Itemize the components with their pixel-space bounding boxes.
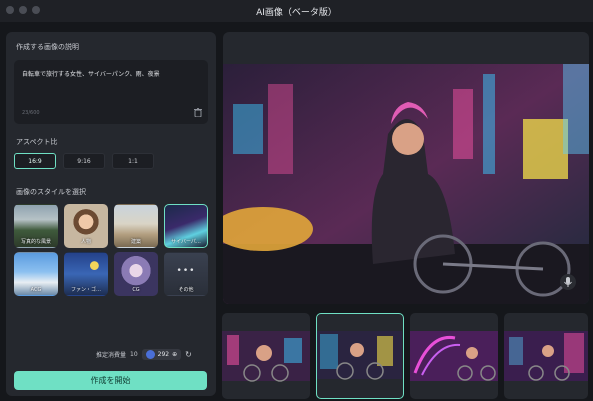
style-portrait[interactable]: 人物	[64, 204, 108, 248]
style-label-architecture: 建築	[130, 239, 141, 245]
credit-balance-badge[interactable]: 292 ⊕	[141, 349, 182, 360]
thumbnail-image	[410, 331, 498, 381]
style-grid: 写真的な風景 人物 建築 サイバーパ… ACG ファン・ゴ… CG ••• その…	[14, 204, 208, 296]
thumbnail-image	[222, 331, 310, 382]
minimize-window-icon[interactable]	[19, 6, 27, 14]
style-label-acg: ACG	[30, 287, 42, 293]
aspect-1-1-button[interactable]: 1:1	[112, 153, 154, 169]
settings-panel: 作成する画像の説明 自転車で旅行する女性、サイバーパンク、雨、夜景 23/600…	[6, 32, 216, 396]
credit-balance: 292	[157, 351, 170, 358]
aspect-label: アスペクト比	[16, 138, 58, 146]
style-label-landscape: 写真的な風景	[20, 239, 51, 245]
thumbnail-image	[504, 331, 588, 381]
char-counter: 23/600	[22, 110, 40, 116]
create-button[interactable]: 作成を開始	[14, 371, 207, 390]
window-title: AI画像（ベータ版）	[256, 7, 337, 18]
style-landscape-photo[interactable]: 写真的な風景	[14, 204, 58, 248]
style-acg[interactable]: ACG	[14, 252, 58, 296]
style-van-gogh[interactable]: ファン・ゴ…	[64, 252, 108, 296]
aspect-9-16-button[interactable]: 9:16	[63, 153, 105, 169]
microphone-button[interactable]	[560, 274, 576, 290]
zoom-window-icon[interactable]	[32, 6, 40, 14]
style-cg[interactable]: CG	[114, 252, 158, 296]
more-icon: •••	[176, 266, 196, 276]
result-thumbnails	[222, 313, 588, 399]
credit-coin-icon	[145, 350, 155, 359]
prompt-label: 作成する画像の説明	[16, 43, 79, 51]
microphone-icon	[564, 277, 572, 287]
result-thumbnail[interactable]	[410, 313, 498, 399]
app-window: AI画像（ベータ版） 作成する画像の説明 自転車で旅行する女性、サイバーパンク、…	[0, 0, 593, 401]
prompt-input[interactable]: 自転車で旅行する女性、サイバーパンク、雨、夜景 23/600	[14, 60, 208, 124]
result-thumbnail[interactable]	[222, 313, 310, 399]
generated-image-preview	[223, 32, 589, 304]
add-credit-icon[interactable]: ⊕	[172, 351, 177, 358]
style-architecture[interactable]: 建築	[114, 204, 158, 248]
close-window-icon[interactable]	[6, 6, 14, 14]
prompt-text[interactable]: 自転車で旅行する女性、サイバーパンク、雨、夜景	[22, 69, 160, 78]
style-label-van-gogh: ファン・ゴ…	[70, 287, 101, 293]
style-label-portrait: 人物	[80, 239, 91, 245]
title-bar: AI画像（ベータ版）	[0, 0, 593, 22]
usage-cost: 10	[130, 351, 138, 358]
aspect-ratio-group: 16:9 9:16 1:1	[14, 153, 154, 169]
style-cyberpunk[interactable]: サイバーパ…	[164, 204, 208, 248]
refresh-icon[interactable]: ↻	[185, 350, 192, 359]
style-label-cyberpunk: サイバーパ…	[171, 239, 201, 245]
style-label-cg: CG	[132, 287, 140, 293]
window-controls[interactable]	[6, 6, 40, 14]
preview-image	[223, 64, 589, 304]
trash-icon[interactable]	[194, 108, 202, 117]
thumbnail-image	[317, 331, 402, 380]
aspect-16-9-button[interactable]: 16:9	[14, 153, 56, 169]
style-more[interactable]: ••• その他	[164, 252, 208, 296]
result-thumbnail[interactable]	[504, 313, 588, 399]
style-label: 画像のスタイルを選択	[16, 188, 86, 196]
usage-label: 推定消費量	[96, 352, 127, 359]
usage-estimate: 推定消費量 10 292 ⊕ ↻	[96, 349, 192, 360]
style-label-more: その他	[178, 287, 194, 293]
result-thumbnail-selected[interactable]	[316, 313, 404, 399]
